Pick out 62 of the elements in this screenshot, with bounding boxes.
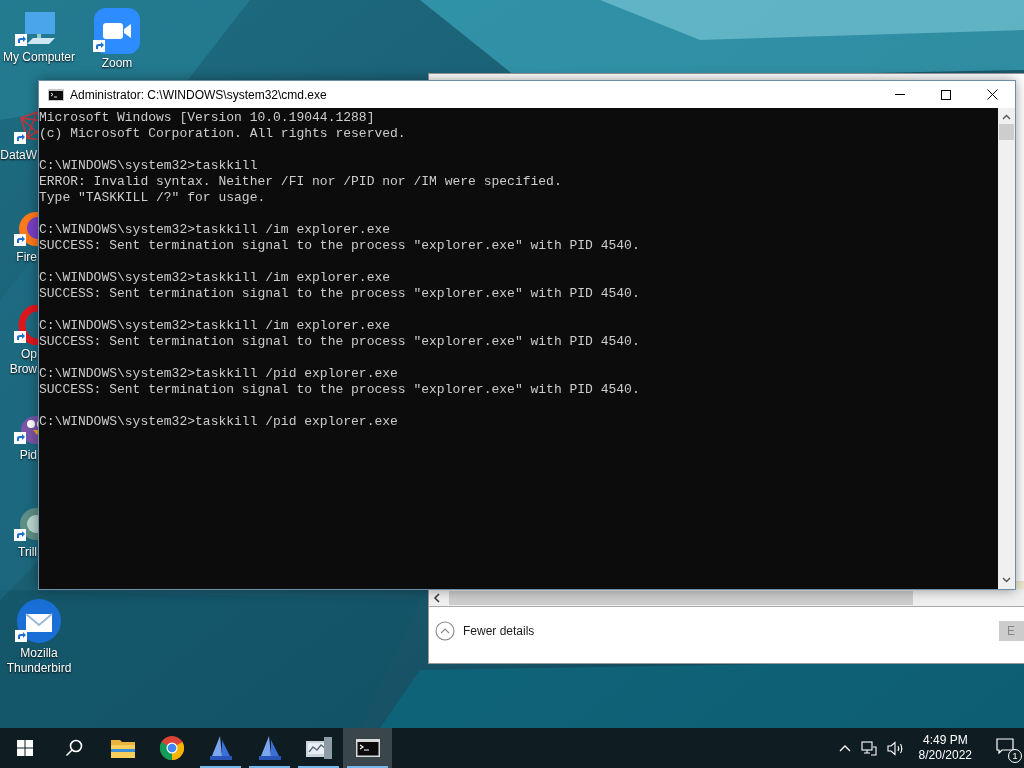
- fewer-details-button[interactable]: Fewer details: [435, 621, 535, 641]
- envelope-icon: [16, 598, 62, 644]
- minimize-icon: [895, 94, 905, 95]
- scrollbar-thumb[interactable]: [999, 124, 1014, 140]
- shortcut-arrow-icon: [14, 529, 26, 541]
- shortcut-arrow-icon: [15, 34, 27, 46]
- network-icon[interactable]: [860, 740, 877, 756]
- desktop-icon-label[interactable]: Fire: [16, 250, 38, 265]
- chrome-ball-icon: [159, 736, 184, 760]
- console-icon: [355, 739, 380, 757]
- console-line: C:\WINDOWS\system32>taskkill /im explorer.exe: [39, 318, 391, 334]
- ring-icon: [17, 305, 38, 345]
- console-line: Type "TASKKILL /?" for usage.: [39, 190, 266, 206]
- search-icon: [64, 739, 83, 757]
- message-icon: [996, 738, 1014, 754]
- desktop-icon-label[interactable]: Trill: [18, 545, 38, 560]
- desktop-icon-label[interactable]: Op Brow: [9, 347, 38, 377]
- running-indicator: [200, 766, 241, 768]
- running-indicator: [249, 766, 290, 768]
- shortcut-arrow-icon: [15, 630, 27, 642]
- close-icon: [986, 89, 998, 100]
- maximize-icon: [941, 89, 951, 100]
- console-line: SUCCESS: Sent termination signal to the process "explorer.exe" with PID 4540.: [39, 382, 640, 398]
- vertical-scrollbar[interactable]: [998, 108, 1015, 589]
- console-line: Microsoft Windows [Version 10.0.19044.1288]: [39, 110, 375, 126]
- sail-icon: [209, 736, 232, 760]
- running-indicator: [298, 766, 339, 768]
- desktop-icon-label[interactable]: DataW: [0, 148, 38, 163]
- console-line: (c) Microsoft Corporation. All rights reserved.: [39, 126, 406, 142]
- scrollbar-thumb[interactable]: [449, 590, 913, 605]
- console-line: C:\WINDOWS\system32>taskkill /pid explorer.exe: [39, 366, 398, 382]
- windows-logo-icon: [16, 740, 33, 756]
- console-line: C:\WINDOWS\system32>taskkill /im explorer.exe: [39, 270, 391, 286]
- console-line: SUCCESS: Sent termination signal to the process "explorer.exe" with PID 4540.: [39, 238, 640, 254]
- speaker-icon[interactable]: [886, 740, 905, 756]
- folder-icon: [110, 738, 135, 758]
- shortcut-arrow-icon: [93, 40, 105, 52]
- clock-time[interactable]: 4:49 PM: [922, 733, 968, 748]
- chevron-up-circle-icon: [435, 621, 455, 641]
- desktop-icon-label[interactable]: My Computer: [3, 50, 75, 65]
- console-line: SUCCESS: Sent termination signal to the process "explorer.exe" with PID 4540.: [39, 334, 640, 350]
- console-line: C:\WINDOWS\system32>taskkill /im explorer.exe: [39, 222, 391, 238]
- shortcut-arrow-icon: [14, 331, 26, 343]
- monitor-chart-icon: [305, 737, 332, 759]
- console-line: C:\WINDOWS\system32>taskkill /pid explorer.exe: [39, 414, 398, 430]
- shortcut-arrow-icon: [14, 234, 26, 246]
- clock-date[interactable]: 8/20/2022: [918, 748, 972, 763]
- chevron-up-icon[interactable]: [838, 744, 851, 752]
- desktop-icon-label[interactable]: Mozilla Thunderbird: [6, 646, 72, 676]
- running-indicator: [347, 766, 388, 768]
- sail-icon: [258, 736, 281, 760]
- notification-badge: 1: [1008, 749, 1022, 763]
- console-icon: [48, 88, 64, 101]
- window-title: Administrator: C:\WINDOWS\system32\cmd.exe: [70, 86, 327, 104]
- desktop-icon-label[interactable]: Zoom: [101, 56, 133, 71]
- console-line: C:\WINDOWS\system32>taskkill: [39, 158, 258, 174]
- shortcut-arrow-icon: [14, 132, 26, 144]
- shortcut-arrow-icon: [14, 432, 26, 444]
- taskbar-app-button[interactable]: [343, 728, 392, 768]
- desktop-icon-label[interactable]: Pid: [19, 448, 38, 463]
- console-line: SUCCESS: Sent termination signal to the process "explorer.exe" with PID 4540.: [39, 286, 640, 302]
- console-line: ERROR: Invalid syntax. Neither /FI nor /PID nor /IM were specified.: [39, 174, 562, 190]
